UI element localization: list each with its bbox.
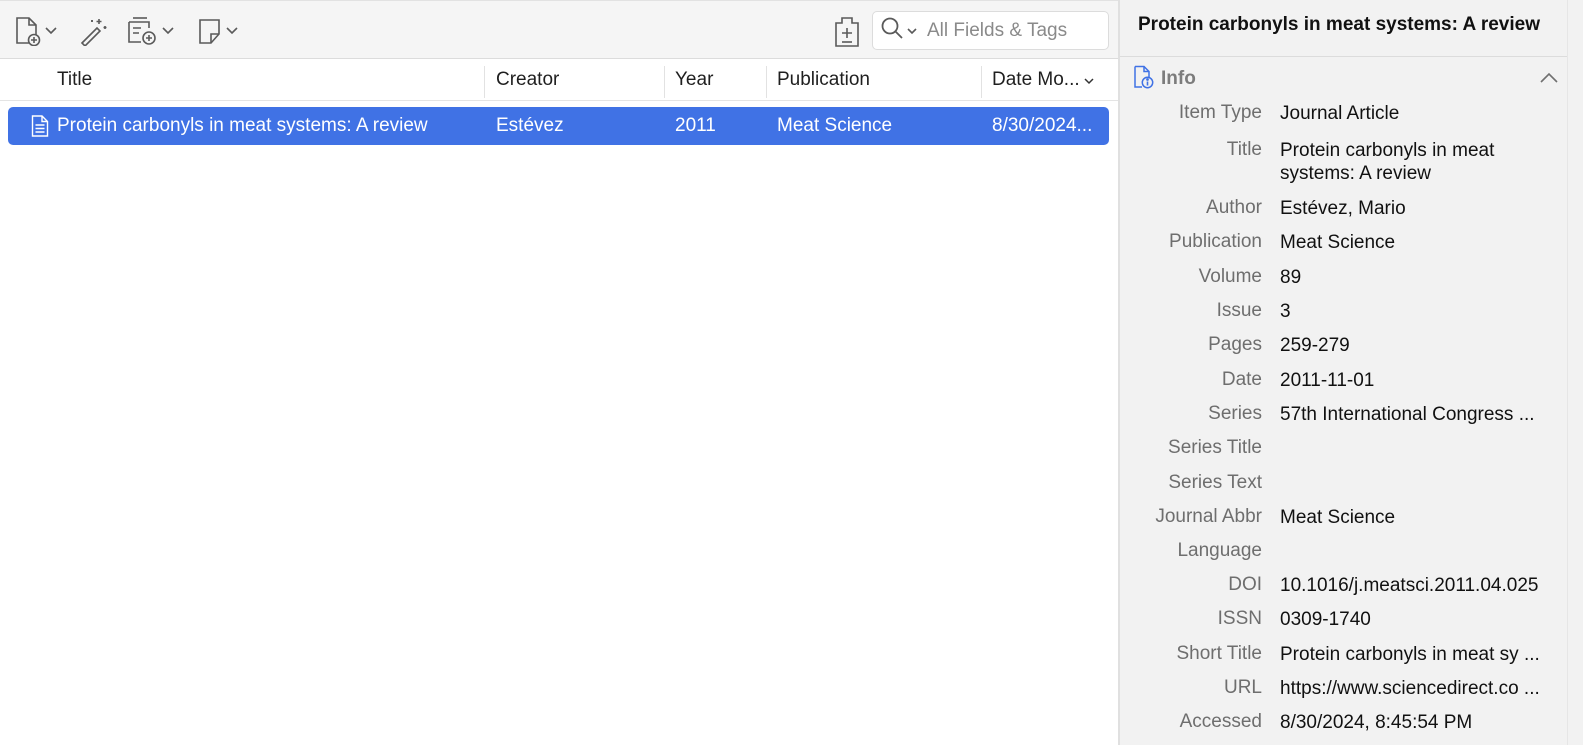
column-divider[interactable]	[664, 66, 665, 98]
new-item-button[interactable]	[14, 13, 57, 49]
new-item-icon	[14, 16, 42, 46]
chevron-down-icon	[226, 27, 238, 35]
scrollbar[interactable]	[1567, 0, 1583, 745]
item-pane: Protein carbonyls in meat systems: A rev…	[1120, 0, 1583, 745]
field-value[interactable]: 2011-11-01	[1280, 369, 1547, 392]
cell-publication: Meat Science	[777, 115, 893, 136]
field-value[interactable]: Meat Science	[1280, 506, 1547, 529]
field-label: Publication	[1169, 231, 1262, 252]
field-label: Accessed	[1179, 711, 1262, 732]
field-label: Issue	[1216, 300, 1262, 321]
search-mode-button[interactable]	[880, 16, 917, 45]
sort-chevron-icon	[1084, 69, 1094, 91]
field-value[interactable]: 259-279	[1280, 334, 1547, 357]
column-header-date-modified[interactable]: Date Mo...	[992, 60, 1094, 100]
document-icon	[31, 107, 49, 145]
field-value[interactable]: 3	[1280, 300, 1547, 323]
add-attachment-button[interactable]	[127, 13, 174, 49]
column-header-publication[interactable]: Publication	[777, 60, 870, 100]
chevron-down-icon	[907, 22, 917, 40]
field-label: Pages	[1208, 334, 1262, 355]
field-label: Journal Abbr	[1155, 506, 1262, 527]
field-label: Title	[1226, 139, 1262, 160]
field-label: Item Type	[1178, 102, 1262, 123]
column-header-label: Year	[675, 69, 714, 90]
column-header-label: Date Mo...	[992, 69, 1080, 90]
cell-title: Protein carbonyls in meat systems: A rev…	[57, 115, 428, 136]
column-divider[interactable]	[766, 66, 767, 98]
add-attachment-icon	[127, 16, 159, 46]
chevron-down-icon	[162, 27, 174, 35]
field-value[interactable]: https://www.sciencedirect.co ...	[1280, 677, 1547, 700]
cell-date-modified: 8/30/2024...	[992, 115, 1093, 136]
field-value[interactable]: Meat Science	[1280, 231, 1547, 254]
search-icon	[880, 16, 904, 45]
item-pane-header: Protein carbonyls in meat systems: A rev…	[1120, 0, 1583, 57]
field-label: ISSN	[1217, 608, 1262, 629]
items-toolbar	[0, 0, 1118, 59]
info-icon	[1133, 65, 1155, 94]
note-icon	[197, 16, 223, 46]
field-label: DOI	[1228, 574, 1262, 595]
item-pane-title: Protein carbonyls in meat systems: A rev…	[1138, 14, 1540, 35]
field-label: Author	[1206, 197, 1262, 218]
new-note-button[interactable]	[197, 13, 238, 49]
column-header-creator[interactable]: Creator	[496, 60, 559, 100]
field-value[interactable]: Protein carbonyls in meat systems: A rev…	[1280, 139, 1520, 185]
field-value[interactable]: 8/30/2024, 8:45:54 PM	[1280, 711, 1547, 734]
column-header-row: Title Creator Year Publication Date Mo..…	[0, 60, 1118, 101]
info-section-label: Info	[1161, 68, 1196, 89]
field-label: Volume	[1198, 266, 1262, 287]
field-label: URL	[1223, 677, 1262, 698]
column-header-label: Publication	[777, 69, 870, 90]
table-row[interactable]: Protein carbonyls in meat systems: A rev…	[8, 107, 1109, 145]
column-header-label: Title	[57, 69, 93, 90]
field-label: Series	[1208, 403, 1262, 424]
cell-creator: Estévez	[496, 115, 564, 136]
field-value[interactable]: 57th International Congress ...	[1280, 403, 1547, 426]
field-value[interactable]: Journal Article	[1280, 102, 1547, 125]
field-label: Series Title	[1168, 437, 1262, 458]
locate-icon	[832, 14, 862, 48]
field-value[interactable]: Protein carbonyls in meat sy ...	[1280, 643, 1547, 666]
info-section-header[interactable]: Info	[1133, 65, 1558, 94]
field-value[interactable]: 0309-1740	[1280, 608, 1547, 631]
column-header-year[interactable]: Year	[675, 60, 713, 100]
column-divider[interactable]	[484, 66, 485, 98]
chevron-down-icon	[45, 27, 57, 35]
field-label: Language	[1177, 540, 1262, 561]
field-value[interactable]: 89	[1280, 266, 1547, 289]
field-value[interactable]: 10.1016/j.meatsci.2011.04.025	[1280, 574, 1547, 597]
search-input[interactable]	[927, 19, 1097, 42]
search-box[interactable]	[872, 11, 1109, 50]
field-value[interactable]: Estévez, Mario	[1280, 197, 1547, 220]
magic-wand-icon	[79, 16, 109, 46]
add-by-identifier-button[interactable]	[79, 13, 109, 49]
column-divider[interactable]	[981, 66, 982, 98]
field-label: Series Text	[1168, 472, 1262, 493]
items-pane: Title Creator Year Publication Date Mo..…	[0, 0, 1118, 745]
chevron-up-icon[interactable]	[1540, 70, 1558, 88]
column-header-label: Creator	[496, 69, 560, 90]
cell-year: 2011	[675, 115, 716, 136]
field-label: Short Title	[1176, 643, 1262, 664]
column-header-title[interactable]: Title	[57, 60, 92, 100]
locate-button[interactable]	[832, 13, 862, 49]
field-label: Date	[1221, 369, 1262, 390]
